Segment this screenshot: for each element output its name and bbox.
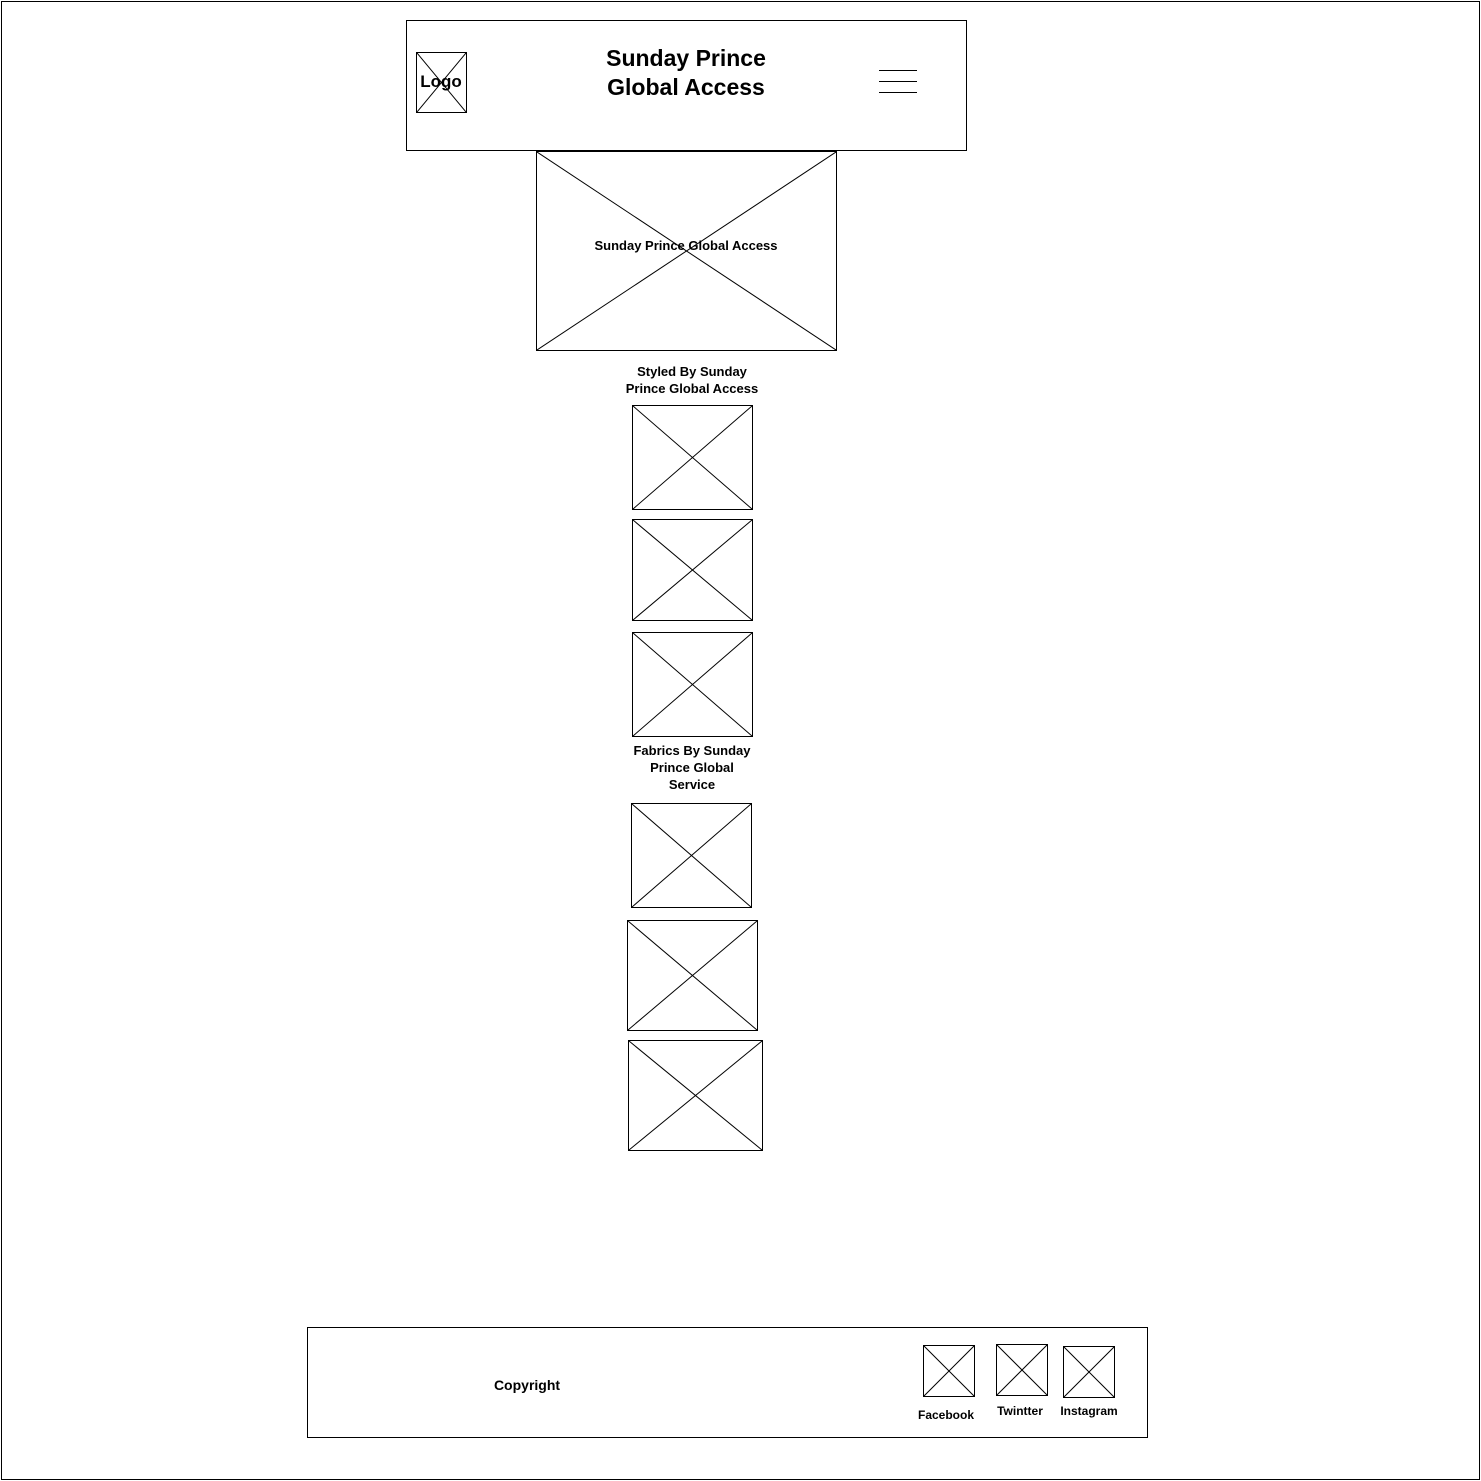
- fabrics-image-placeholder-1[interactable]: [631, 803, 752, 908]
- facebook-link[interactable]: Facebook: [906, 1407, 986, 1424]
- instagram-icon[interactable]: [1063, 1346, 1115, 1398]
- styled-image-placeholder-3[interactable]: [632, 632, 753, 737]
- styled-heading-line-1: Styled By Sunday: [637, 364, 747, 379]
- logo-label: Logo: [420, 72, 462, 91]
- hamburger-menu-icon[interactable]: [879, 66, 919, 96]
- styled-image-placeholder-1[interactable]: [632, 405, 753, 510]
- site-title-line-2: Global Access: [607, 74, 765, 100]
- fabrics-image-placeholder-2[interactable]: [627, 920, 758, 1031]
- site-title-line-1: Sunday Prince: [606, 45, 766, 71]
- fabrics-heading-line-2: Prince Global: [650, 760, 734, 775]
- instagram-link[interactable]: Instagram: [1049, 1403, 1129, 1420]
- hero-label: Sunday Prince Global Access: [594, 238, 778, 253]
- twitter-link[interactable]: Twintter: [980, 1403, 1060, 1420]
- copyright-text: Copyright: [493, 1377, 561, 1393]
- styled-image-placeholder-2[interactable]: [632, 519, 753, 621]
- facebook-icon[interactable]: [923, 1345, 975, 1397]
- fabrics-heading-line-1: Fabrics By Sunday: [633, 743, 751, 758]
- twitter-icon[interactable]: [996, 1344, 1048, 1396]
- fabrics-heading-line-3: Service: [668, 777, 716, 792]
- fabrics-image-placeholder-3[interactable]: [628, 1040, 763, 1151]
- styled-heading-line-2: Prince Global Access: [625, 381, 759, 396]
